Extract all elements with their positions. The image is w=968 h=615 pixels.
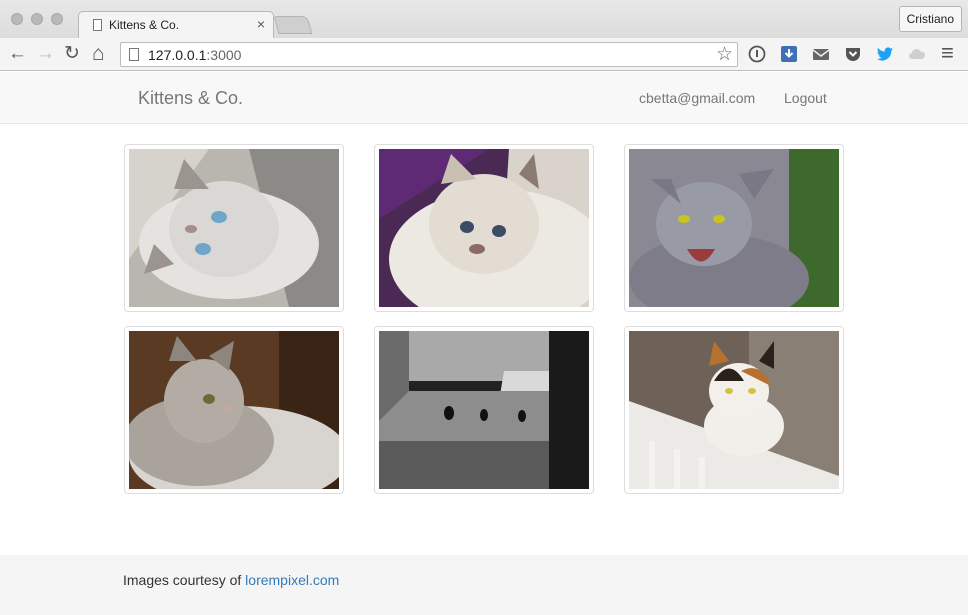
site-navbar: Kittens & Co. cbetta@gmail.com Logout [0, 72, 968, 124]
twitter-icon[interactable] [876, 45, 894, 63]
cloud-extension-icon[interactable] [908, 45, 926, 63]
menu-icon[interactable]: ≡ [941, 42, 954, 64]
profile-button[interactable]: Cristiano [898, 6, 962, 32]
image-credit: Images courtesy of lorempixel.com [123, 572, 340, 588]
kitten-thumbnail[interactable] [124, 144, 344, 312]
site-footer: Images courtesy of lorempixel.com [0, 555, 968, 615]
browser-titlebar: Kittens & Co. × Cristiano [0, 0, 968, 38]
tab-close-icon[interactable]: × [257, 16, 265, 32]
logout-link[interactable]: Logout [784, 90, 827, 106]
reload-icon[interactable]: ↻ [64, 43, 80, 65]
download-extension-icon[interactable] [780, 45, 798, 63]
kitten-thumbnail[interactable] [124, 326, 344, 494]
info-extension-icon[interactable] [748, 45, 766, 63]
address-bar[interactable]: 127.0.0.1:3000 ☆ [120, 42, 738, 67]
fluffy-white-cat-photo [379, 149, 589, 307]
kitten-thumbnail[interactable] [374, 326, 594, 494]
pocket-icon[interactable] [844, 45, 862, 63]
three-cats-street-photo [379, 331, 589, 489]
page-icon [93, 19, 102, 31]
kitten-thumbnail[interactable] [624, 326, 844, 494]
tabby-kitten-photo [129, 331, 339, 489]
new-tab-button[interactable] [273, 16, 313, 34]
window-minimize-button[interactable] [31, 13, 43, 25]
page-icon [129, 48, 139, 61]
window-close-button[interactable] [11, 13, 23, 25]
mail-extension-icon[interactable] [812, 45, 830, 63]
kitten-thumbnail[interactable] [624, 144, 844, 312]
bookmark-star-icon[interactable]: ☆ [716, 43, 733, 66]
hissing-grey-cat-photo [629, 149, 839, 307]
home-icon[interactable]: ⌂ [92, 43, 105, 65]
lorempixel-link[interactable]: lorempixel.com [245, 572, 339, 588]
forward-arrow-icon[interactable]: → [36, 43, 55, 65]
tab-title: Kittens & Co. [109, 18, 180, 32]
siamese-kitten-photo [129, 149, 339, 307]
back-arrow-icon[interactable]: ← [8, 43, 27, 65]
kitten-thumbnail[interactable] [374, 144, 594, 312]
browser-tab[interactable]: Kittens & Co. × [78, 11, 274, 38]
browser-toolbar: ← → ↻ ⌂ 127.0.0.1:3000 ☆ ≡ [0, 38, 968, 71]
window-zoom-button[interactable] [51, 13, 63, 25]
user-email-link[interactable]: cbetta@gmail.com [639, 90, 755, 106]
brand-link[interactable]: Kittens & Co. [138, 88, 243, 109]
address-url[interactable]: 127.0.0.1:3000 [148, 47, 241, 63]
calico-cat-railing-photo [629, 331, 839, 489]
